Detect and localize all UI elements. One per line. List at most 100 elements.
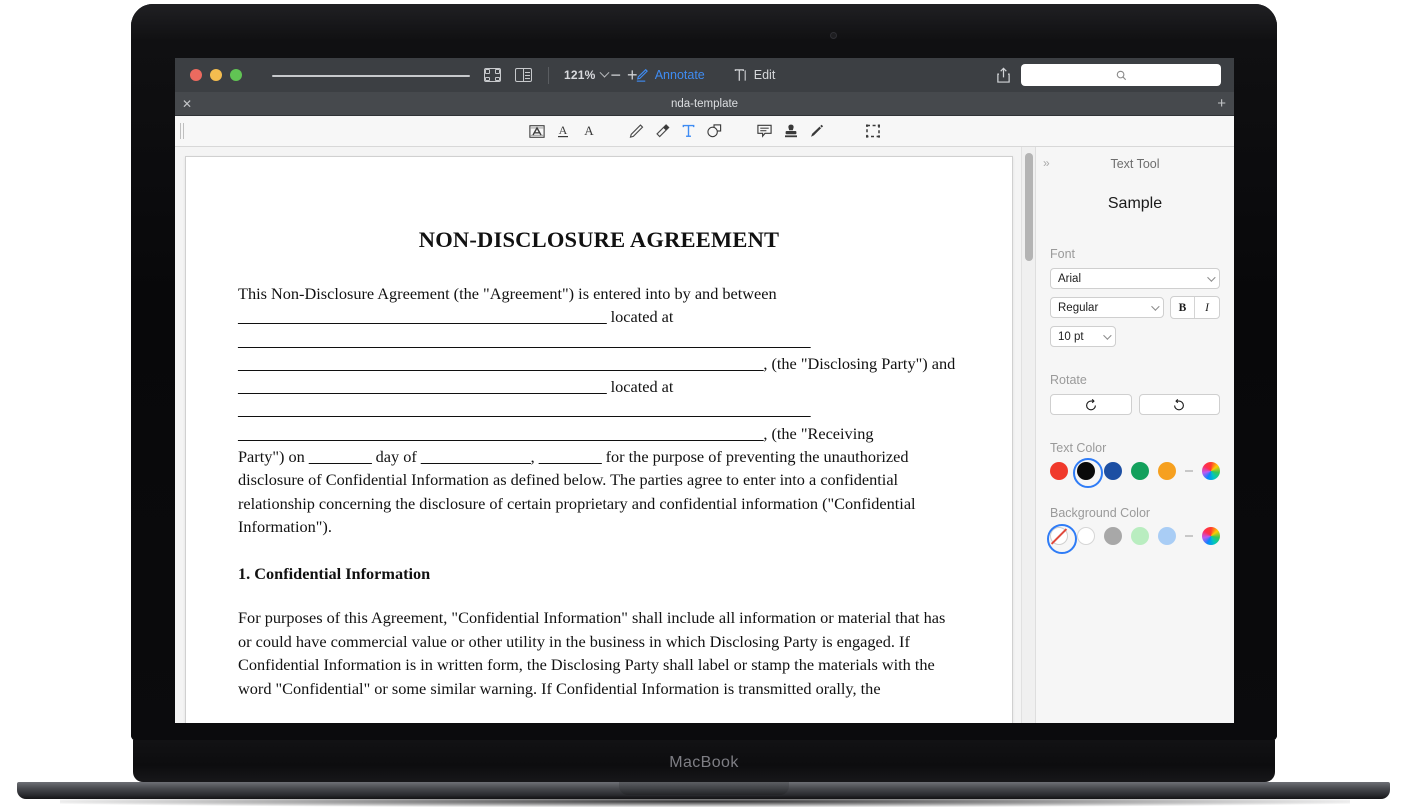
font-section-label: Font [1050, 247, 1076, 261]
window-content: NON-DISCLOSURE AGREEMENT This Non-Disclo… [175, 147, 1234, 723]
italic-button[interactable]: I [1195, 297, 1219, 318]
background-color-light-green[interactable] [1131, 527, 1149, 545]
document-scrollbar[interactable] [1021, 147, 1035, 723]
grid-view-icon[interactable] [484, 68, 501, 82]
blank-field-5[interactable]: ________________________________________… [238, 400, 811, 419]
blank-day[interactable]: ________ [309, 447, 372, 466]
text-color-custom-picker[interactable] [1202, 462, 1220, 480]
text-edit-icon [734, 68, 746, 81]
blank-field-4[interactable]: ________________________________________… [238, 377, 607, 396]
zoom-out-button[interactable]: − [608, 66, 625, 84]
text-color-green[interactable] [1131, 462, 1149, 480]
day-of-text: day of [371, 447, 421, 467]
blank-field-1[interactable]: ________________________________________… [238, 307, 607, 326]
toolbar-drag-handle[interactable] [180, 123, 186, 139]
swatch-divider [1185, 470, 1193, 472]
blank-month[interactable]: ______________ [421, 447, 531, 466]
new-tab-button[interactable]: + [1217, 96, 1226, 111]
annotate-mode-button[interactable]: Annotate [634, 68, 705, 83]
document-viewport[interactable]: NON-DISCLOSURE AGREEMENT This Non-Disclo… [175, 147, 1035, 723]
text-color-swatches [1050, 458, 1220, 488]
window-titlebar: 121% − + Annotate Edit [175, 58, 1234, 92]
section-body-1: For purposes of this Agreement, "Confide… [238, 608, 946, 699]
text-tool-sidebar: » Text Tool Sample Font Arial Regular B … [1035, 147, 1234, 723]
two-page-view-icon[interactable] [515, 68, 532, 82]
text-color-label: Text Color [1050, 441, 1107, 455]
blank-year[interactable]: ________ [539, 447, 602, 466]
webcam-icon [830, 32, 837, 39]
background-color-gray[interactable] [1104, 527, 1122, 545]
font-size-value: 10 pt [1058, 330, 1084, 343]
edit-mode-button[interactable]: Edit [733, 68, 776, 83]
search-input[interactable] [1021, 64, 1221, 86]
close-tab-button[interactable]: ✕ [182, 98, 192, 110]
minimize-window-button[interactable] [210, 69, 222, 81]
bold-button[interactable]: B [1171, 297, 1195, 318]
share-icon[interactable] [996, 67, 1011, 84]
located-at-1: located at [610, 307, 674, 327]
signature-icon[interactable] [804, 120, 830, 142]
pdf-app-window: 121% − + Annotate Edit ✕ nda-template + … [175, 58, 1234, 723]
text-tool-icon[interactable] [676, 120, 702, 142]
titlebar-right-tools [996, 64, 1221, 86]
blank-field-3[interactable]: ________________________________________… [238, 354, 764, 373]
background-color-custom-picker[interactable] [1202, 527, 1220, 545]
annotate-mode-label: Annotate [654, 68, 705, 82]
annotation-toolbar: A A [175, 116, 1234, 147]
tab-nda-template[interactable]: nda-template [175, 98, 1234, 110]
chevron-down-icon [1103, 330, 1112, 340]
rotate-counterclockwise-button[interactable] [1050, 394, 1132, 415]
tab-bar: ✕ nda-template + [175, 92, 1234, 116]
blank-field-2[interactable]: ________________________________________… [238, 331, 811, 350]
font-style-value: Regular [1058, 301, 1099, 314]
search-icon [1116, 70, 1126, 80]
background-color-none[interactable] [1047, 524, 1077, 554]
rotate-counterclockwise-icon [1085, 398, 1096, 410]
background-color-light-blue[interactable] [1158, 527, 1176, 545]
macbook-shadow [60, 796, 1350, 807]
text-color-orange[interactable] [1158, 462, 1176, 480]
text-color-black[interactable] [1073, 458, 1103, 488]
intro-line-1: This Non-Disclosure Agreement (the "Agre… [238, 284, 777, 303]
underline-text-icon[interactable]: A [550, 120, 576, 142]
macbook-chin: MacBook [133, 740, 1275, 782]
section-heading-1: 1. Confidential Information [238, 564, 431, 584]
svg-text:A: A [584, 123, 594, 138]
shapes-icon[interactable] [702, 120, 728, 142]
close-window-button[interactable] [190, 69, 202, 81]
chevron-down-icon [1151, 301, 1160, 311]
highlight-text-icon[interactable] [524, 120, 550, 142]
document-title: NON-DISCLOSURE AGREEMENT [418, 227, 780, 252]
maximize-window-button[interactable] [230, 69, 242, 81]
pdf-page[interactable]: NON-DISCLOSURE AGREEMENT This Non-Disclo… [185, 156, 1013, 723]
zoom-control[interactable]: 121% [564, 67, 609, 82]
swatch-divider [1185, 535, 1193, 537]
traffic-lights [190, 69, 242, 81]
blank-field-6[interactable]: ________________________________________… [238, 424, 764, 443]
crop-selection-icon[interactable] [860, 120, 886, 142]
background-color-label: Background Color [1050, 506, 1151, 520]
font-size-select[interactable]: 10 pt [1050, 326, 1116, 347]
rotate-clockwise-button[interactable] [1138, 394, 1220, 415]
chevron-down-icon [1207, 272, 1216, 282]
font-style-select[interactable]: Regular [1050, 297, 1164, 318]
disclosing-party-text: , (the "Disclosing Party") and [763, 353, 956, 373]
annotate-pen-icon [636, 68, 648, 82]
rotate-clockwise-icon [1174, 398, 1185, 410]
document-intro-paragraph: This Non-Disclosure Agreement (the "Agre… [238, 282, 960, 538]
scrollbar-thumb[interactable] [1025, 153, 1033, 261]
strikethrough-text-icon[interactable]: A [576, 120, 602, 142]
text-color-red[interactable] [1050, 462, 1068, 480]
macbook-wordmark: MacBook [669, 754, 739, 771]
background-color-white[interactable] [1077, 527, 1095, 545]
macbook-device: 121% − + Annotate Edit ✕ nda-template + … [0, 0, 1407, 809]
font-family-select[interactable]: Arial [1050, 268, 1220, 289]
eraser-icon[interactable] [650, 120, 676, 142]
collapse-sidebar-button[interactable]: » [1043, 156, 1050, 170]
pencil-icon[interactable] [624, 120, 650, 142]
stamp-icon[interactable] [778, 120, 804, 142]
edit-mode-label: Edit [753, 68, 776, 82]
located-at-2: located at [610, 377, 674, 397]
note-icon[interactable] [752, 120, 778, 142]
text-color-blue[interactable] [1104, 462, 1122, 480]
